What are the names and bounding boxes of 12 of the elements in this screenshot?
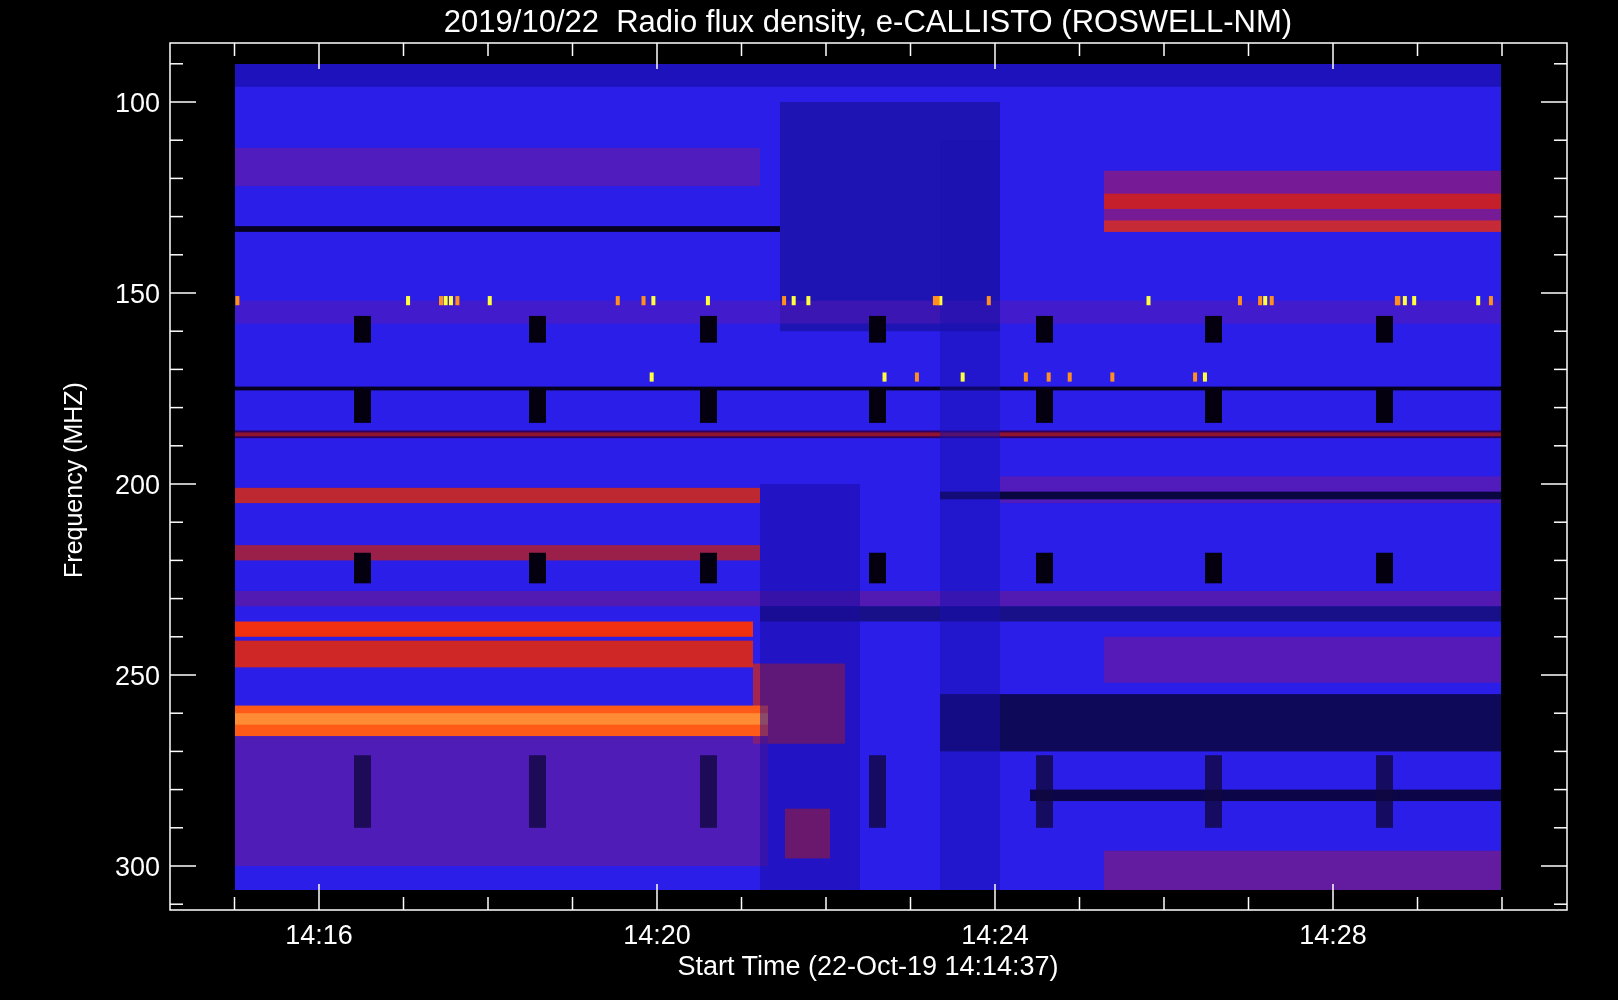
axis-title: Start Time (22-Oct-19 14:14:37) — [677, 951, 1059, 981]
axis-tick-label: 14:16 — [285, 920, 353, 950]
axis-tick-label: 14:24 — [961, 920, 1029, 950]
axis-tick-label: 150 — [114, 279, 160, 309]
axis-tick-label: 250 — [114, 661, 160, 691]
axis-title: Frequency (MHZ) — [59, 382, 87, 578]
axis-tick-label: 200 — [114, 470, 160, 500]
chart-title: 2019/10/22 Radio flux density, e-CALLISTO (ROSWELL-NM) — [443, 4, 1293, 39]
axis-tick-label: 300 — [114, 852, 160, 882]
axis-tick-label: 14:20 — [623, 920, 691, 950]
axis-tick-label: 100 — [114, 88, 160, 118]
axis-tick-label: 14:28 — [1299, 920, 1367, 950]
